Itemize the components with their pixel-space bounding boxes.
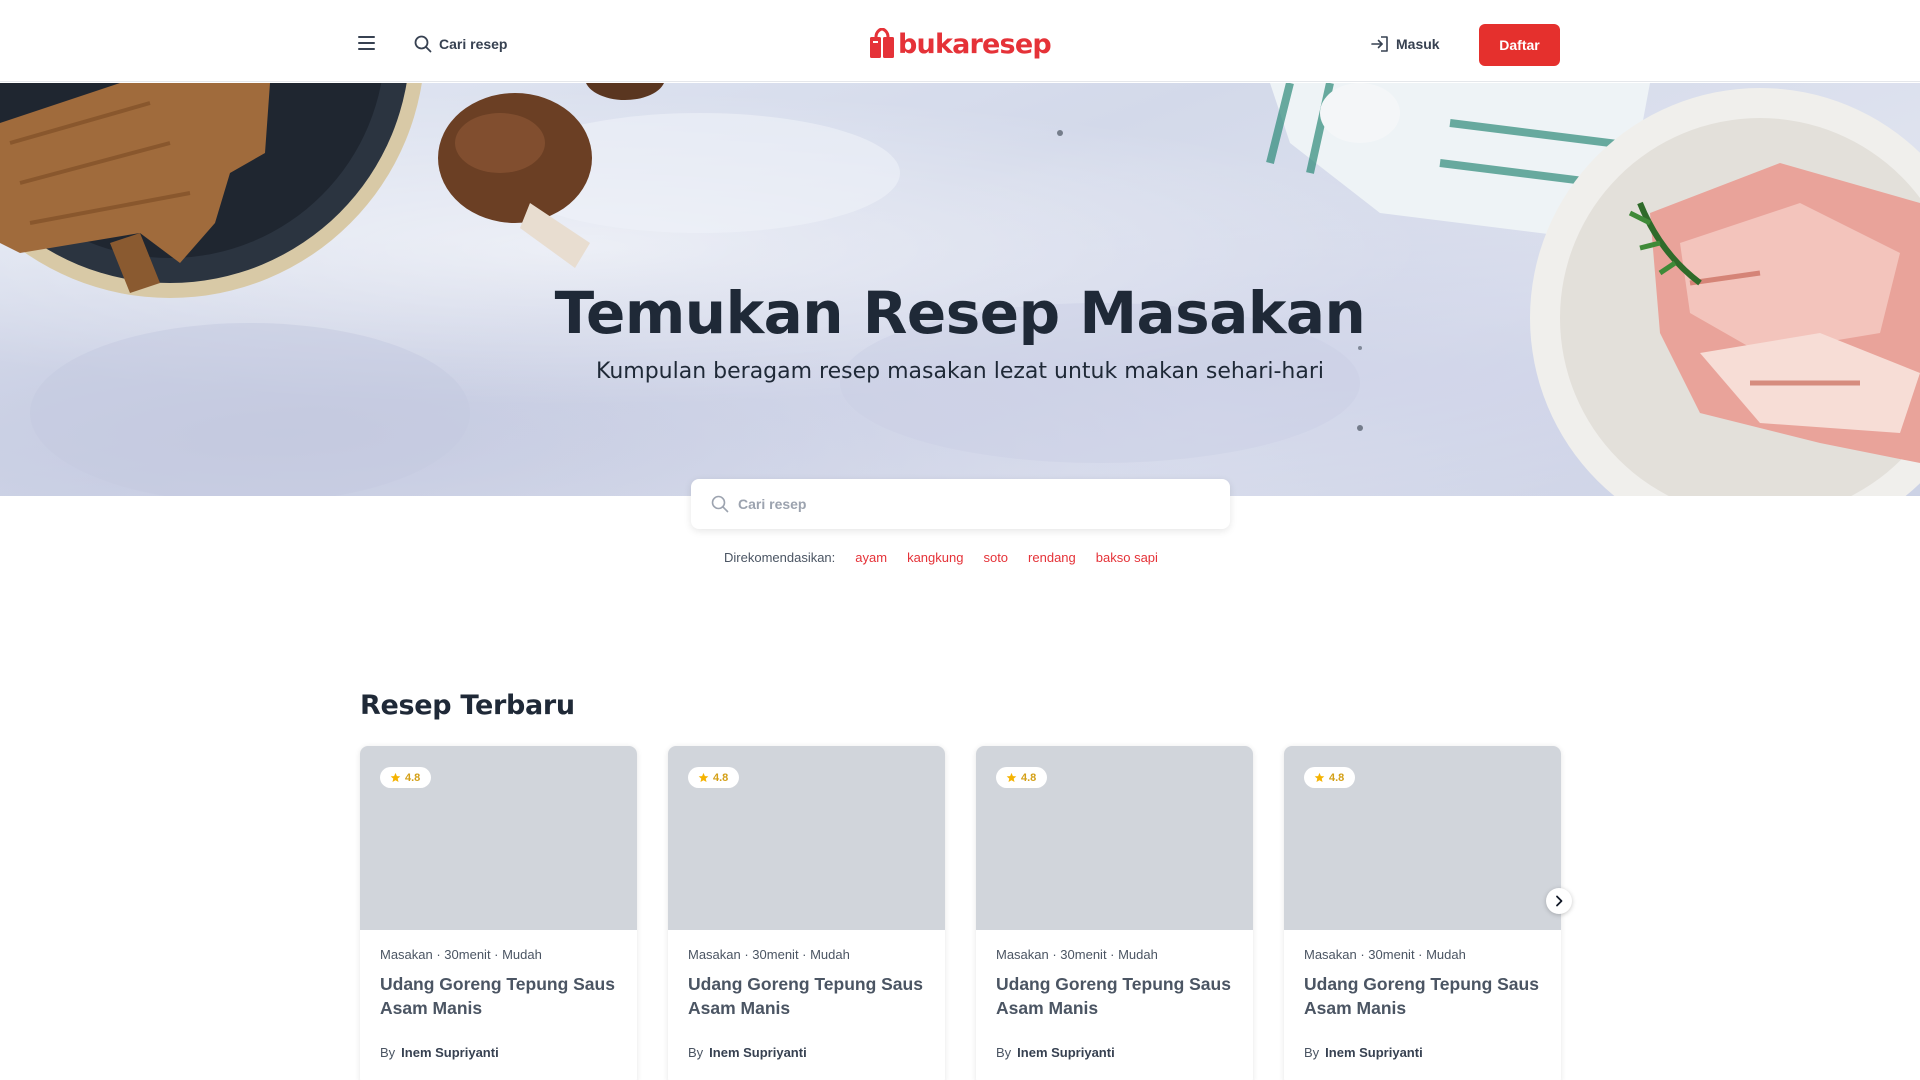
logo-text: bukaresep (898, 28, 1052, 60)
login-label: Masuk (1396, 36, 1440, 52)
recipe-author: By Inem Supriyanti (380, 1045, 499, 1060)
star-icon (1314, 772, 1325, 783)
hero-banner: Temukan Resep Masakan Kumpulan beragam r… (0, 83, 1920, 496)
login-link[interactable]: Masuk (1370, 33, 1440, 55)
recommended-tags: Direkomendasikan: ayam kangkung soto ren… (724, 548, 1178, 566)
star-icon (390, 772, 401, 783)
author-name[interactable]: Inem Supriyanti (1017, 1045, 1115, 1060)
rating-value: 4.8 (405, 771, 421, 784)
hamburger-menu-icon[interactable] (355, 33, 381, 53)
logo-bag-icon (870, 28, 894, 58)
recipe-card[interactable]: 4.8 Masakan · 30menit · Mudah Udang Gore… (668, 746, 945, 1080)
author-name[interactable]: Inem Supriyanti (709, 1045, 807, 1060)
recommended-tag-rendang[interactable]: rendang (1028, 550, 1076, 565)
rating-value: 4.8 (1329, 771, 1345, 784)
recommended-label: Direkomendasikan: (724, 549, 836, 565)
carousel-next-button[interactable] (1546, 888, 1572, 914)
recommended-tag-ayam[interactable]: ayam (855, 550, 887, 565)
author-name[interactable]: Inem Supriyanti (1325, 1045, 1423, 1060)
star-icon (698, 772, 709, 783)
star-icon (1006, 772, 1017, 783)
author-by: By (688, 1045, 704, 1060)
login-icon (1371, 36, 1388, 52)
author-name[interactable]: Inem Supriyanti (401, 1045, 499, 1060)
rating-value: 4.8 (1021, 771, 1037, 784)
nav-search-label: Cari resep (439, 36, 508, 52)
navbar: Cari resep bukaresep Masuk Daftar (0, 0, 1920, 82)
nav-search-button[interactable]: Cari resep (414, 33, 507, 55)
chevron-right-icon (1556, 895, 1563, 907)
hero-search-bar[interactable] (691, 479, 1230, 529)
recipe-meta: Masakan · 30menit · Mudah (1304, 947, 1466, 962)
author-by: By (1304, 1045, 1320, 1060)
recipe-meta: Masakan · 30menit · Mudah (996, 947, 1158, 962)
recipe-title[interactable]: Udang Goreng Tepung Saus Asam Manis (996, 972, 1236, 1020)
author-by: By (380, 1045, 396, 1060)
search-icon (711, 495, 729, 513)
hero-subtitle: Kumpulan beragam resep masakan lezat unt… (596, 359, 1324, 384)
recipe-meta: Masakan · 30menit · Mudah (688, 947, 850, 962)
rating-value: 4.8 (713, 771, 729, 784)
rating-badge: 4.8 (1304, 767, 1356, 788)
rating-badge: 4.8 (996, 767, 1048, 788)
recommended-tag-soto[interactable]: soto (983, 550, 1008, 565)
recipe-title[interactable]: Udang Goreng Tepung Saus Asam Manis (688, 972, 928, 1020)
rating-badge: 4.8 (380, 767, 432, 788)
rating-badge: 4.8 (688, 767, 740, 788)
recipe-title[interactable]: Udang Goreng Tepung Saus Asam Manis (380, 972, 620, 1020)
register-button[interactable]: Daftar (1479, 24, 1560, 66)
recipe-card[interactable]: 4.8 Masakan · 30menit · Mudah Udang Gore… (360, 746, 637, 1080)
logo[interactable]: bukaresep (869, 26, 1052, 62)
recommended-tag-bakso-sapi[interactable]: bakso sapi (1096, 550, 1158, 565)
recipe-card[interactable]: 4.8 Masakan · 30menit · Mudah Udang Gore… (976, 746, 1253, 1080)
hero-title: Temukan Resep Masakan (554, 279, 1366, 347)
recipe-meta: Masakan · 30menit · Mudah (380, 947, 542, 962)
section-title: Resep Terbaru (360, 690, 575, 721)
recommended-tag-kangkung[interactable]: kangkung (907, 550, 963, 565)
recipe-card[interactable]: 4.8 Masakan · 30menit · Mudah Udang Gore… (1284, 746, 1561, 1080)
recipe-title[interactable]: Udang Goreng Tepung Saus Asam Manis (1304, 972, 1544, 1020)
recipe-author: By Inem Supriyanti (688, 1045, 807, 1060)
search-icon (414, 35, 432, 53)
author-by: By (996, 1045, 1012, 1060)
search-input[interactable] (738, 496, 1198, 512)
recipe-author: By Inem Supriyanti (996, 1045, 1115, 1060)
recipe-author: By Inem Supriyanti (1304, 1045, 1423, 1060)
